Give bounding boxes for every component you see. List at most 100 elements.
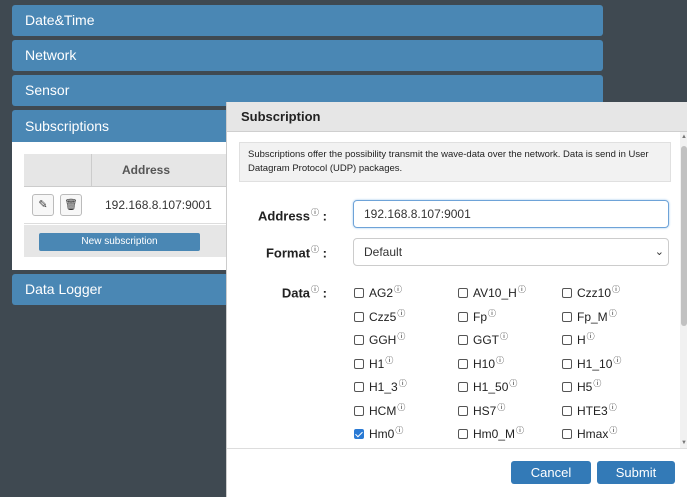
checkbox[interactable] [458, 382, 468, 392]
checkbox[interactable] [354, 288, 364, 298]
info-icon: ⓘ [608, 402, 617, 412]
checkbox[interactable] [562, 335, 572, 345]
cancel-button[interactable]: Cancel [511, 461, 591, 484]
format-label-text: Format [265, 245, 311, 261]
checkbox[interactable] [354, 382, 364, 392]
pencil-icon: ✎ [38, 199, 48, 211]
checkbox-label: H1_50 [473, 380, 509, 394]
checkbox[interactable] [354, 335, 364, 345]
checkbox[interactable] [354, 358, 364, 369]
scroll-up-icon[interactable]: ▲ [681, 134, 687, 140]
accordion-date-time[interactable]: Date&Time [12, 5, 603, 36]
info-icon: ⓘ [497, 402, 506, 412]
info-icon: ⓘ [311, 285, 320, 294]
checkbox-item[interactable]: Czz5ⓘ [354, 308, 405, 324]
checkbox[interactable] [458, 405, 468, 416]
checkbox-label: HCM [369, 403, 397, 418]
info-icon: ⓘ [500, 332, 508, 341]
format-selected-value: Default [364, 245, 403, 259]
checkbox-label: Hmax [577, 427, 609, 441]
info-icon: ⓘ [385, 355, 394, 365]
checkbox-item[interactable]: Hmaxⓘ [562, 425, 617, 441]
accordion-subscriptions[interactable]: Subscriptions [12, 110, 242, 142]
checkbox-label: Fp_M [577, 309, 608, 324]
checkbox-label: H1_10 [577, 356, 613, 371]
info-icon: ⓘ [609, 426, 618, 435]
checkbox[interactable] [562, 358, 572, 369]
edit-button[interactable]: ✎ [32, 194, 54, 216]
format-select[interactable]: Default ⌄ [353, 238, 669, 266]
info-icon: ⓘ [586, 332, 595, 341]
checkbox-item[interactable]: GGTⓘ [458, 331, 508, 347]
checkbox-item[interactable]: AV10_Hⓘ [458, 284, 526, 300]
checkbox[interactable] [458, 358, 468, 369]
modal-scrollbar[interactable]: ▲ ▼ [680, 132, 687, 448]
address-label-text: Address [258, 208, 311, 224]
checkbox-item[interactable]: H5ⓘ [562, 378, 601, 394]
address-label: Addressⓘ : [227, 207, 327, 223]
table-header: Address [24, 154, 232, 187]
modal-title: Subscription [227, 102, 687, 132]
new-subscription-button[interactable]: New subscription [39, 233, 200, 251]
checkbox-item[interactable]: H1ⓘ [354, 355, 393, 371]
checkbox[interactable] [458, 311, 468, 322]
delete-button[interactable]: 🗑 [60, 194, 82, 216]
checkbox-label: GGT [473, 333, 499, 347]
accordion-network[interactable]: Network [12, 40, 603, 71]
checkbox-item[interactable]: AG2ⓘ [354, 284, 402, 300]
checkbox[interactable] [562, 311, 572, 322]
submit-button[interactable]: Submit [597, 461, 675, 484]
checkbox-item[interactable]: H1_50ⓘ [458, 378, 517, 394]
checkbox[interactable] [354, 311, 364, 322]
scroll-down-icon[interactable]: ▼ [681, 440, 687, 446]
checkbox-item[interactable]: HTE3ⓘ [562, 402, 617, 418]
checkbox[interactable] [458, 335, 468, 345]
format-label-colon: : [322, 245, 327, 261]
checkbox-label: Czz5 [369, 309, 397, 324]
checkbox-label: Czz10 [577, 286, 612, 300]
checkbox[interactable] [562, 405, 572, 416]
checkbox[interactable] [354, 429, 364, 439]
scrollbar-thumb[interactable] [681, 146, 687, 326]
address-column-header: Address [122, 163, 171, 177]
checkbox-item[interactable]: H10ⓘ [458, 355, 504, 371]
info-icon: ⓘ [593, 379, 602, 388]
checkbox-item[interactable]: HS7ⓘ [458, 402, 505, 418]
checkbox[interactable] [458, 288, 468, 298]
info-icon: ⓘ [395, 426, 404, 435]
modal-body: Subscriptions offer the possibility tran… [227, 132, 687, 448]
checkbox-item[interactable]: Czz10ⓘ [562, 284, 620, 300]
checkbox-item[interactable]: HCMⓘ [354, 402, 405, 418]
checkbox-item[interactable]: H1_10ⓘ [562, 355, 621, 371]
subscriptions-panel: Address ✎ 🗑 192.168.8.107:9001 New subsc… [12, 142, 232, 270]
checkbox-label: H1 [369, 356, 385, 371]
trash-icon: 🗑 [64, 199, 78, 211]
checkbox-item[interactable]: Hⓘ [562, 331, 595, 347]
info-icon: ⓘ [394, 285, 403, 294]
info-icon: ⓘ [612, 285, 621, 294]
checkbox[interactable] [354, 405, 364, 416]
checkbox-item[interactable]: H1_3ⓘ [354, 378, 407, 394]
info-icon: ⓘ [311, 245, 320, 254]
checkbox[interactable] [458, 429, 468, 439]
checkbox[interactable] [562, 429, 572, 439]
checkbox[interactable] [562, 382, 572, 392]
info-box: Subscriptions offer the possibility tran… [239, 142, 671, 182]
checkbox-item[interactable]: Fp_Mⓘ [562, 308, 617, 324]
address-input[interactable]: 192.168.8.107:9001 [353, 200, 669, 228]
checkbox-label: H [577, 333, 586, 347]
info-icon: ⓘ [397, 402, 406, 412]
checkbox-item[interactable]: GGHⓘ [354, 331, 405, 347]
accordion-data-logger[interactable]: Data Logger [12, 274, 242, 305]
info-icon: ⓘ [517, 285, 526, 294]
data-label-text: Data [281, 285, 311, 301]
checkbox[interactable] [562, 288, 572, 298]
checkbox-item[interactable]: Fpⓘ [458, 308, 496, 324]
subscription-address: 192.168.8.107:9001 [105, 198, 212, 212]
checkbox-item[interactable]: Hm0_Mⓘ [458, 425, 524, 441]
checkbox-item[interactable]: Hm0ⓘ [354, 425, 403, 441]
new-subscription-area: New subscription [24, 225, 232, 257]
checkbox-label: HTE3 [577, 403, 608, 418]
info-icon: ⓘ [509, 379, 518, 388]
info-icon: ⓘ [613, 355, 622, 365]
